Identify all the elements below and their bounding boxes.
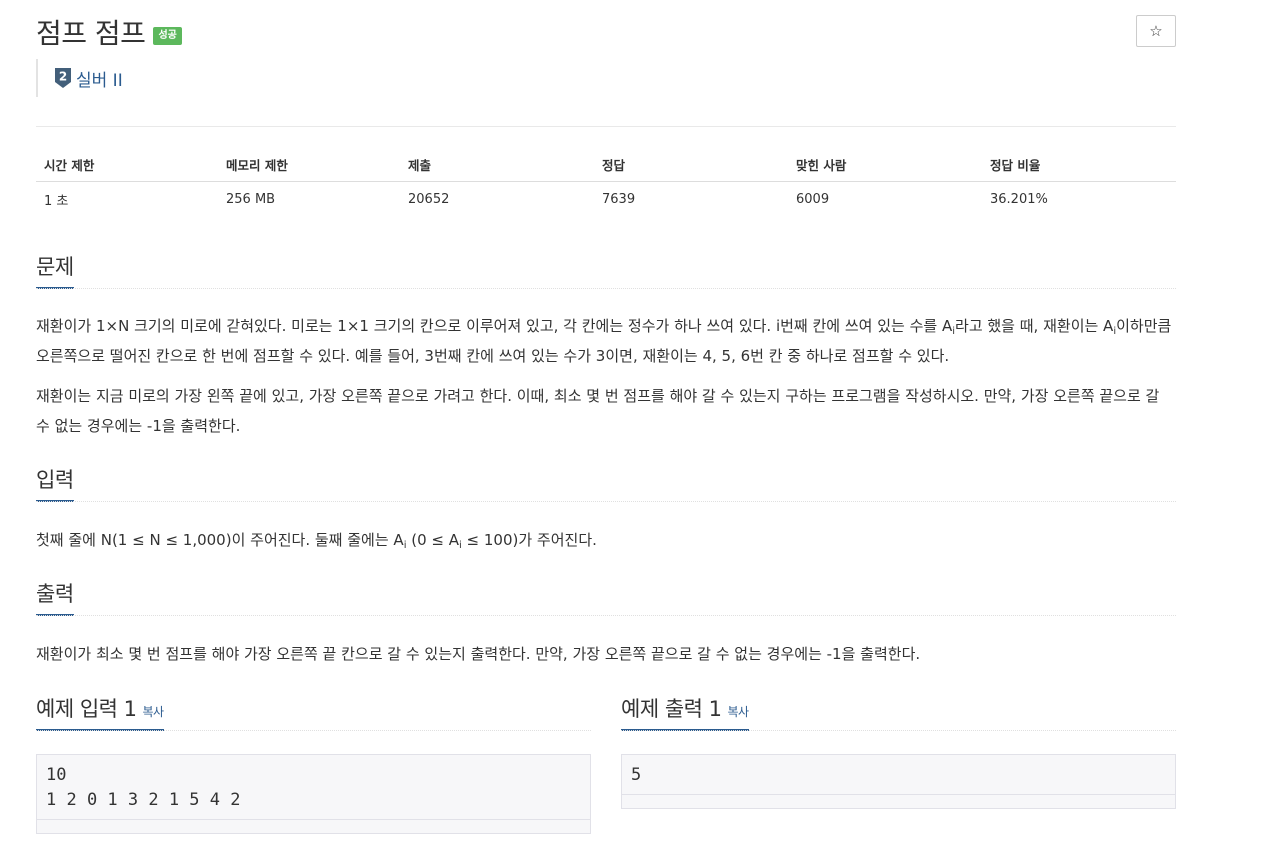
section-divider: [36, 615, 1176, 616]
info-header-accept-ratio: 정답 비율: [982, 148, 1176, 182]
info-value-row: 1 초 256 MB 20652 7639 6009 36.201%: [36, 181, 1176, 217]
input-title: 입력: [36, 464, 74, 502]
problem-info-table: 시간 제한 메모리 제한 제출 정답 맞힌 사람 정답 비율 1 초 256 M…: [36, 148, 1176, 217]
info-header-submissions: 제출: [400, 148, 594, 182]
favorite-star-button[interactable]: ☆: [1136, 15, 1176, 47]
info-value-memory-limit: 256 MB: [226, 191, 276, 207]
output-title: 출력: [36, 578, 74, 616]
section-divider: [36, 501, 1176, 502]
input-section-header: 입력: [36, 464, 1176, 502]
copy-sample-input-link[interactable]: 복사: [143, 705, 165, 719]
copy-sample-output-link[interactable]: 복사: [728, 705, 750, 719]
sample-output-title: 예제 출력 1 복사: [621, 693, 749, 731]
sample-input-text: 10 1 2 0 1 3 2 1 5 4 2: [46, 765, 241, 810]
output-section-header: 출력: [36, 578, 1176, 616]
silver-tier-icon: 2: [55, 68, 71, 88]
problem-title: 점프 점프: [36, 17, 146, 50]
sample-output-text: 5: [631, 765, 642, 785]
star-icon: ☆: [1149, 22, 1163, 40]
info-value-solved-users: 6009: [796, 191, 830, 207]
section-divider: [621, 730, 1176, 731]
sample-input-title: 예제 입력 1 복사: [36, 693, 164, 731]
header-divider: [36, 126, 1176, 127]
info-value-submissions: 20652: [408, 191, 450, 207]
info-value-accept-ratio: 36.201%: [990, 191, 1048, 207]
description-paragraph-2: 재환이는 지금 미로의 가장 왼쪽 끝에 있고, 가장 오른쪽 끝으로 가려고 …: [36, 387, 1160, 435]
section-divider: [36, 730, 591, 731]
info-header-accepted: 정답: [594, 148, 788, 182]
info-header-row: 시간 제한 메모리 제한 제출 정답 맞힌 사람 정답 비율: [36, 148, 1176, 182]
info-header-memory-limit: 메모리 제한: [218, 148, 400, 182]
info-value-time-limit: 1 초: [44, 193, 69, 209]
info-value-accepted: 7639: [602, 191, 636, 207]
description-section-header: 문제: [36, 251, 1176, 289]
sample-output-box[interactable]: 5: [621, 754, 1176, 809]
sample-input-scroll-strip: [37, 819, 590, 833]
info-header-solved-users: 맞힌 사람: [788, 148, 982, 182]
section-divider: [36, 288, 1176, 289]
sample-input-box[interactable]: 10 1 2 0 1 3 2 1 5 4 2: [36, 754, 591, 834]
info-header-time-limit: 시간 제한: [36, 148, 218, 182]
input-paragraph: 첫째 줄에 N(1 ≤ N ≤ 1,000)이 주어진다. 둘째 줄에는 Ai …: [36, 531, 597, 551]
sample-input-header: 예제 입력 1 복사: [36, 693, 591, 731]
tier-row: 2 실버 II: [36, 59, 123, 97]
svg-text:2: 2: [59, 70, 67, 84]
title-row: 점프 점프 성공: [36, 14, 182, 50]
description-paragraph-1: 재환이가 1×N 크기의 미로에 갇혀있다. 미로는 1×1 크기의 칸으로 이…: [36, 317, 1172, 365]
description-title: 문제: [36, 251, 74, 289]
output-paragraph: 재환이가 최소 몇 번 점프를 해야 가장 오른쪽 끝 칸으로 갈 수 있는지 …: [36, 645, 921, 663]
sample-output-scroll-strip: [622, 794, 1175, 808]
result-badge: 성공: [153, 27, 182, 45]
sample-output-header: 예제 출력 1 복사: [621, 693, 1176, 731]
tier-link[interactable]: 실버 II: [76, 66, 123, 91]
